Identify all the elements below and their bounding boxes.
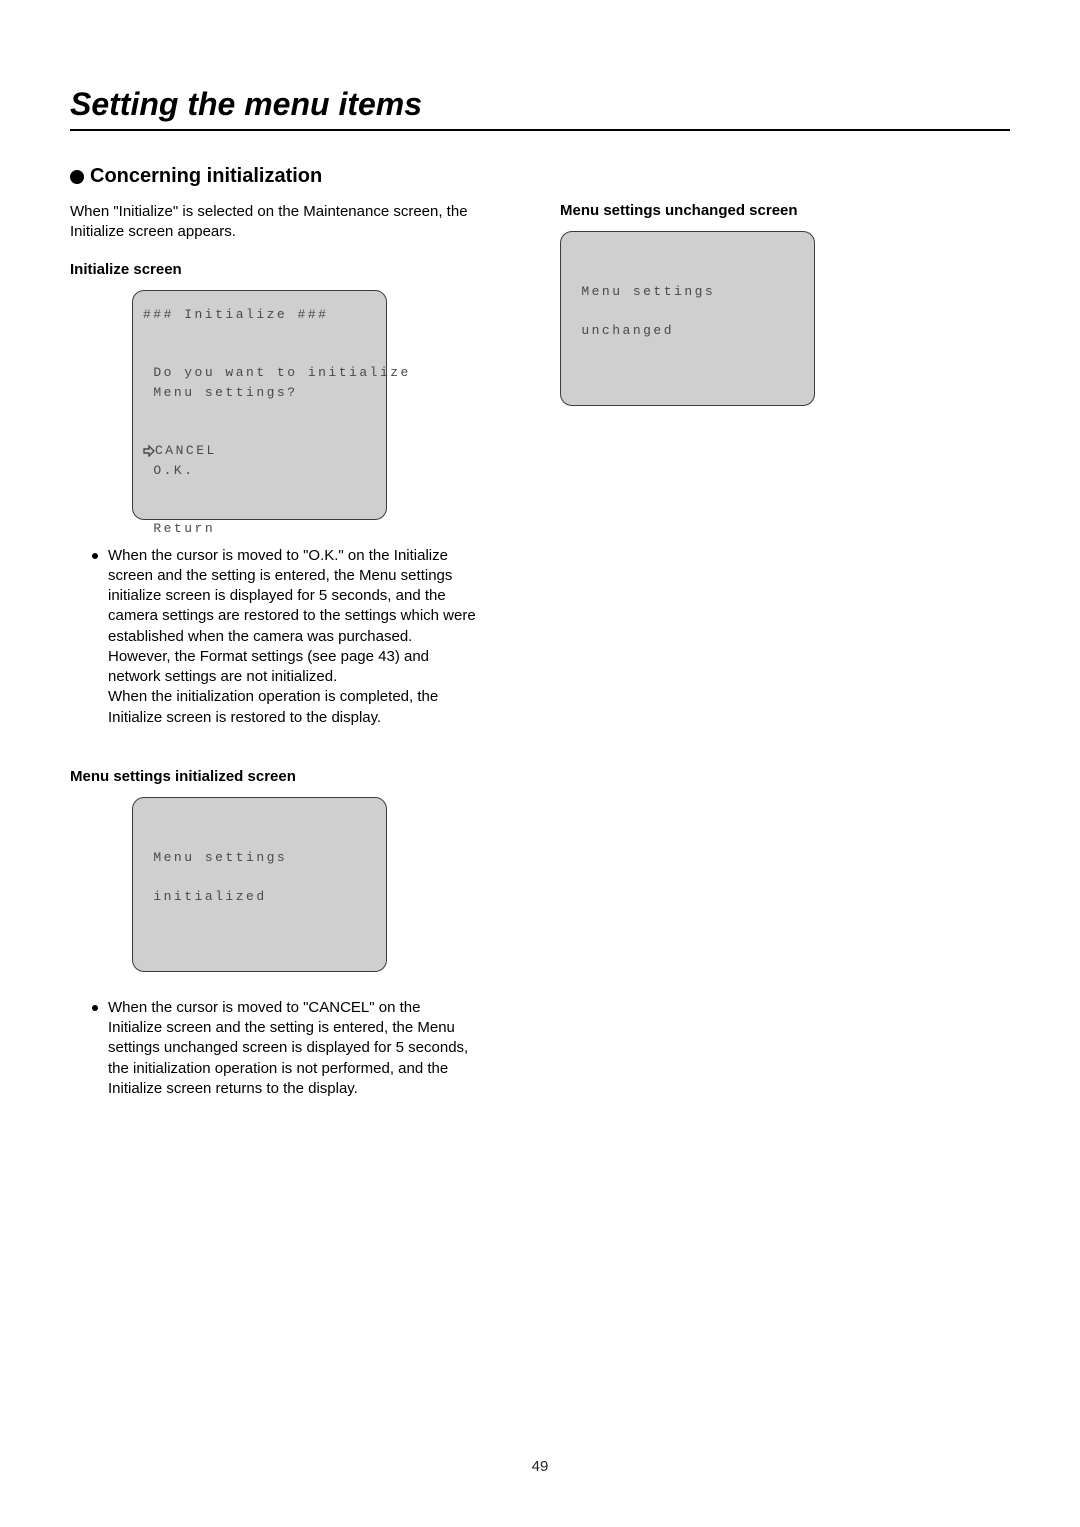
unchanged-screen-label: Menu settings unchanged screen [560,202,1010,219]
screen3-line2: unchanged [581,323,674,338]
section-heading: Concerning initialization [90,165,322,188]
intro-text: When "Initialize" is selected on the Mai… [70,202,520,243]
section-heading-row: Concerning initialization [70,165,1010,188]
page-title: Setting the menu items [70,86,1010,123]
arrow-right-icon [143,445,155,457]
title-rule [70,129,1010,131]
page-number: 49 [0,1458,1080,1475]
screen1-ok: O.K. [153,463,194,478]
paragraph-1: When the cursor is moved to "O.K." on th… [108,546,478,728]
initialize-screen-label: Initialize screen [70,261,520,278]
unchanged-screen: Menu settings unchanged [560,231,815,406]
screen2-line2: initialized [153,889,266,904]
initialized-screen: Menu settings initialized [132,797,387,972]
screen1-prompt-2: Menu settings? [153,385,297,400]
paragraph-2: When the cursor is moved to "CANCEL" on … [108,998,478,1099]
page-content: Setting the menu items Concerning initia… [0,0,1080,1139]
screen1-cancel: CANCEL [155,443,217,458]
initialize-screen: ### Initialize ### Do you want to initia… [132,290,387,520]
bullet-icon [92,553,98,559]
paragraph-1-block: When the cursor is moved to "O.K." on th… [92,546,520,728]
initialized-screen-label: Menu settings initialized screen [70,768,520,785]
screen2-line1: Menu settings [153,850,287,865]
left-column: When "Initialize" is selected on the Mai… [70,202,520,1139]
screen1-prompt-1: Do you want to initialize [153,365,411,380]
paragraph-2-block: When the cursor is moved to "CANCEL" on … [92,998,520,1099]
screen3-line1: Menu settings [581,284,715,299]
columns: When "Initialize" is selected on the Mai… [70,202,1010,1139]
right-column: Menu settings unchanged screen Menu sett… [560,202,1010,1139]
bullet-icon [70,170,84,184]
screen1-title: ### Initialize ### [143,307,328,322]
screen1-return: Return [153,521,215,536]
bullet-icon [92,1005,98,1011]
